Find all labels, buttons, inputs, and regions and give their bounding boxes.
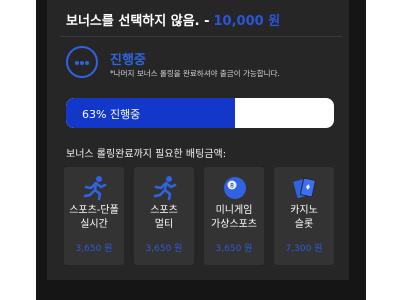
bonus-amount: 10,000 원 bbox=[213, 14, 281, 29]
more-dots-icon bbox=[66, 46, 98, 78]
card-name: 스포츠-단폴 실시간 bbox=[69, 205, 119, 230]
rolling-progress-bar: 63% 진행중 bbox=[66, 98, 334, 128]
billiard-ball-icon: 8 bbox=[224, 177, 246, 199]
svg-text:8: 8 bbox=[230, 183, 234, 190]
divider bbox=[60, 36, 342, 37]
status-title: 진행중 bbox=[110, 53, 146, 68]
running-person-icon bbox=[83, 176, 107, 201]
bonus-title: 보너스를 선택하지 않음. -10,000 원 bbox=[66, 10, 280, 29]
betting-card-casino-slot: 카지노 슬롯 7,300 원 bbox=[274, 167, 334, 265]
card-price: 7,300 원 bbox=[285, 244, 323, 254]
card-price: 3,650 원 bbox=[215, 244, 253, 254]
betting-card-sports-single-live: 스포츠-단폴 실시간 3,650 원 bbox=[64, 167, 124, 265]
card-name: 미니게임 가상스포츠 bbox=[211, 205, 257, 230]
card-name: 카지노 슬롯 bbox=[290, 205, 318, 230]
card-name: 스포츠 멀티 bbox=[150, 205, 178, 230]
playing-cards-icon bbox=[293, 177, 316, 198]
bonus-title-text: 보너스를 선택하지 않음. - bbox=[66, 14, 210, 29]
betting-card-sports-multi: 스포츠 멀티 3,650 원 bbox=[134, 167, 194, 265]
status-note: *나머지 보너스 롤링을 완료하셔야 출금이 가능합니다. bbox=[110, 69, 280, 78]
betting-card-minigame-virtual: 8 미니게임 가상스포츠 3,650 원 bbox=[204, 167, 264, 265]
card-price: 3,650 원 bbox=[145, 244, 183, 254]
progress-label: 63% 진행중 bbox=[82, 108, 141, 121]
running-person-icon bbox=[153, 176, 177, 201]
required-betting-label: 보너스 롤링완료까지 필요한 배팅금액: bbox=[66, 149, 227, 160]
betting-card-list: 스포츠-단폴 실시간 3,650 원 스포츠 멀티 3,650 원 8 미니게임… bbox=[64, 167, 336, 265]
card-price: 3,650 원 bbox=[75, 244, 113, 254]
